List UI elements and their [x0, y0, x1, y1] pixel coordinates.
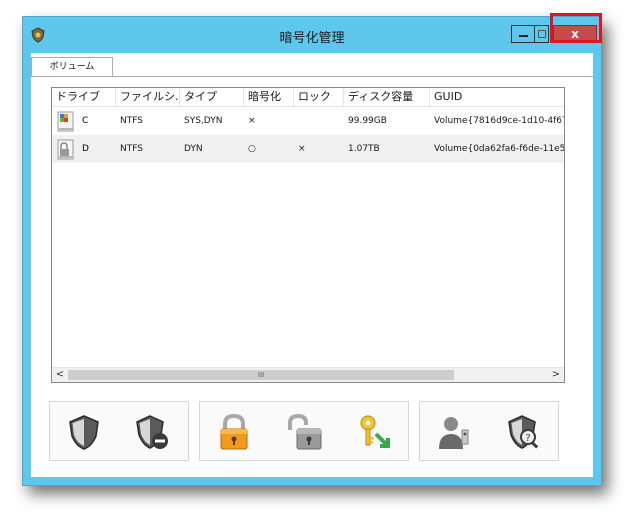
column-header-filesystem[interactable]: ファイルシ...	[116, 88, 180, 106]
scroll-thumb[interactable]: III	[68, 370, 454, 380]
key-icon[interactable]	[354, 412, 394, 452]
column-header-encrypted[interactable]: 暗号化	[244, 88, 294, 106]
client-area: ボリューム ドライブ ファイルシ... タイプ 暗号化 ロック ディスク容量 G…	[31, 53, 593, 477]
minimize-button[interactable]	[511, 25, 535, 43]
horizontal-scrollbar[interactable]: < III >	[52, 367, 564, 382]
scroll-grip-icon: III	[257, 371, 265, 379]
column-header-guid[interactable]: GUID	[430, 88, 564, 106]
encrypted-cell: ○	[248, 144, 256, 154]
locked-cell	[294, 107, 344, 135]
type-cell: DYN	[184, 144, 203, 154]
column-header-drive[interactable]: ドライブ	[52, 88, 116, 106]
lock-icon[interactable]	[214, 412, 254, 452]
toolbar-group-user: ?	[419, 401, 559, 461]
scroll-right-button[interactable]: >	[548, 368, 564, 382]
app-window: 暗号化管理 x ボリューム ドライブ ファイルシ... タイプ 暗号化 ロック …	[22, 13, 602, 486]
guid-cell: Volume{7816d9ce-1d10-4f67-	[434, 116, 564, 126]
table-row[interactable]: D NTFS DYN ○ × 1.07TB Volume{0da62fa6-f6…	[52, 135, 564, 163]
column-header-capacity[interactable]: ディスク容量	[344, 88, 430, 106]
volume-list[interactable]: ドライブ ファイルシ... タイプ 暗号化 ロック ディスク容量 GUID C	[51, 87, 565, 383]
list-header: ドライブ ファイルシ... タイプ 暗号化 ロック ディスク容量 GUID	[52, 88, 564, 107]
column-header-type[interactable]: タイプ	[180, 88, 244, 106]
unlock-icon[interactable]	[284, 412, 324, 452]
shield-encrypt-icon[interactable]	[64, 412, 104, 452]
filesystem-cell: NTFS	[120, 144, 143, 154]
type-cell: SYS,DYN	[184, 116, 223, 126]
guid-cell: Volume{0da62fa6-f6de-11e5-8	[434, 144, 564, 154]
column-header-locked[interactable]: ロック	[294, 88, 344, 106]
scroll-left-button[interactable]: <	[52, 368, 68, 382]
minimize-icon	[519, 35, 528, 37]
capacity-cell: 1.07TB	[348, 144, 380, 154]
titlebar[interactable]: 暗号化管理 x	[23, 13, 602, 53]
system-drive-icon	[57, 111, 74, 132]
maximize-icon	[538, 30, 546, 38]
maximize-button[interactable]	[535, 25, 549, 43]
encrypted-cell: ×	[248, 116, 256, 126]
toolbar-group-lock	[199, 401, 409, 461]
locked-cell: ×	[298, 144, 306, 154]
close-button-highlight	[550, 13, 602, 43]
svg-text:?: ?	[525, 433, 530, 444]
drive-letter: D	[82, 144, 89, 154]
filesystem-cell: NTFS	[120, 116, 143, 126]
locked-drive-icon	[57, 139, 74, 160]
capacity-cell: 99.99GB	[348, 116, 387, 126]
drive-letter: C	[82, 116, 89, 126]
shield-remove-icon[interactable]	[132, 412, 172, 452]
user-key-icon[interactable]	[434, 412, 474, 452]
table-row[interactable]: C NTFS SYS,DYN × 99.99GB Volume{7816d9ce…	[52, 107, 564, 135]
toolbar-group-encryption	[49, 401, 189, 461]
tab-volume[interactable]: ボリューム	[31, 57, 113, 77]
shield-search-icon[interactable]: ?	[504, 412, 544, 452]
